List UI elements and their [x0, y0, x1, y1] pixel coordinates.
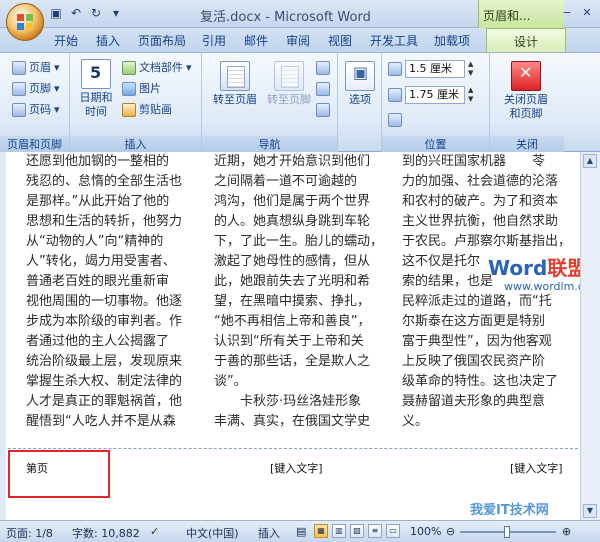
- tab-design[interactable]: 设计: [486, 28, 566, 52]
- footer-center-placeholder[interactable]: [键入文字]: [270, 460, 323, 476]
- header-position-arrows[interactable]: ▲ ▼: [468, 60, 478, 78]
- web-layout-icon[interactable]: ▧: [350, 524, 364, 538]
- clip-art-button[interactable]: 剪贴画: [122, 101, 172, 119]
- picture-button[interactable]: 图片: [122, 80, 161, 98]
- zoom-slider-thumb[interactable]: [504, 526, 510, 538]
- customize-icon[interactable]: ▾: [108, 5, 124, 21]
- tab-home[interactable]: 开始: [54, 32, 78, 49]
- clip-art-icon: [122, 103, 136, 117]
- footer-position-spinner: 1.75 厘米 ▲ ▼: [388, 85, 478, 105]
- proofing-icon[interactable]: ✓: [150, 525, 159, 538]
- undo-icon[interactable]: ↶: [68, 5, 84, 21]
- group-label-insert: 插入: [70, 136, 201, 153]
- close-header-footer-icon: [511, 61, 541, 91]
- tab-references[interactable]: 引用: [202, 32, 226, 49]
- highlight-box: [8, 450, 110, 498]
- group-close: 关闭页眉 和页脚 关闭: [490, 53, 600, 153]
- header-position-spinner: 1.5 厘米 ▲ ▼: [388, 59, 478, 79]
- footer-position-input[interactable]: 1.75 厘米: [405, 86, 465, 104]
- scroll-up-icon[interactable]: ▲: [583, 154, 597, 168]
- footer-right-placeholder[interactable]: [键入文字]: [510, 460, 563, 476]
- draft-view-icon[interactable]: ▭: [386, 524, 400, 538]
- close-icon[interactable]: ✕: [578, 4, 596, 22]
- text-column-2: 近期，她才开始意识到他们 之间隔着一道不可逾越的 鸿沟，他们是属于两个世界 的人。她真…: [214, 154, 384, 429]
- zoom-out-icon[interactable]: ⊖: [446, 525, 455, 538]
- goto-header-icon: [220, 61, 250, 91]
- outline-view-icon[interactable]: ≡: [368, 524, 382, 538]
- office-logo-icon: [17, 14, 33, 30]
- word-count[interactable]: 字数: 10,882: [72, 525, 140, 541]
- insert-mode[interactable]: 插入: [258, 525, 280, 541]
- options-button[interactable]: 选项: [342, 61, 378, 107]
- tab-page-layout[interactable]: 页面布局: [138, 32, 186, 49]
- footer-icon: [12, 82, 26, 96]
- tab-mailings[interactable]: 邮件: [244, 32, 268, 49]
- close-header-footer-button[interactable]: 关闭页眉 和页脚: [496, 61, 556, 121]
- group-position: 1.5 厘米 ▲ ▼ 1.75 厘米 ▲ ▼ 位置: [382, 53, 490, 153]
- footer-separator: [8, 448, 578, 449]
- link-to-previous-icon[interactable]: [316, 101, 330, 119]
- group-options: 选项: [338, 53, 382, 153]
- picture-icon: [122, 82, 136, 96]
- footer-position-icon: [388, 88, 402, 102]
- scroll-down-icon[interactable]: ▼: [583, 504, 597, 518]
- calendar-icon: [81, 59, 111, 89]
- status-bar: 页面: 1/8 字数: 10,882 ✓ 中文(中国) 插入 ▤ ▦ ▥ ▧ ≡…: [0, 520, 600, 542]
- minimize-icon[interactable]: −: [558, 4, 576, 22]
- left-gutter: [0, 152, 6, 520]
- footer-position-arrows[interactable]: ▲ ▼: [468, 86, 478, 104]
- tab-insert[interactable]: 插入: [96, 32, 120, 49]
- title-bar: ▣ ↶ ↻ ▾ 复活.docx - Microsoft Word 页眉和... …: [0, 0, 600, 28]
- group-label-header-footer: 页眉和页脚: [0, 136, 69, 153]
- footer-dropdown[interactable]: 页脚 ▾: [12, 80, 60, 98]
- previous-section-icon[interactable]: [316, 59, 330, 77]
- context-tab-title: 页眉和...: [478, 0, 564, 28]
- group-label-close: 关闭: [490, 136, 564, 153]
- text-column-1: 还愿到他加钢的一整相的 残忍的、怠惰的全部生活也 是那样。”从此开始了他的 思想和生活…: [26, 154, 183, 429]
- insert-alignment-tab-icon[interactable]: [388, 111, 402, 129]
- group-header-footer: 页眉 ▾ 页脚 ▾ 页码 ▾ 页眉和页脚: [0, 53, 70, 153]
- group-label-position: 位置: [382, 136, 489, 153]
- tab-view[interactable]: 视图: [328, 32, 352, 49]
- goto-footer-button[interactable]: 转至页脚: [264, 61, 314, 107]
- date-time-button[interactable]: 日期和 时间: [76, 59, 116, 119]
- quick-access-toolbar: ▣ ↶ ↻ ▾: [48, 5, 124, 23]
- header-position-icon: [388, 62, 402, 76]
- goto-footer-icon: [274, 61, 304, 91]
- page-count[interactable]: 页面: 1/8: [6, 525, 53, 541]
- ribbon-tabs: 开始 插入 页面布局 引用 邮件 审阅 视图 开发工具 加载项 设计: [0, 28, 600, 52]
- header-icon: [12, 61, 26, 75]
- group-label-navigation: 导航: [202, 136, 337, 153]
- full-screen-reading-icon[interactable]: ▥: [332, 524, 346, 538]
- zoom-in-icon[interactable]: ⊕: [562, 525, 571, 538]
- wordlm-watermark: Word联盟: [488, 256, 588, 280]
- tab-review[interactable]: 审阅: [286, 32, 310, 49]
- bottom-watermark: 我爱IT技术网: [470, 503, 549, 518]
- group-navigation: 转至页眉 转至页脚 导航: [202, 53, 338, 153]
- next-section-icon[interactable]: [316, 80, 330, 98]
- vertical-scrollbar[interactable]: ▲ ▼: [580, 152, 600, 520]
- window-controls: − ✕: [558, 4, 596, 22]
- office-button[interactable]: [6, 3, 44, 41]
- page-number-icon: [12, 103, 26, 117]
- header-position-input[interactable]: 1.5 厘米: [405, 60, 465, 78]
- print-layout-view-icon[interactable]: ▦: [314, 524, 328, 538]
- options-icon: [345, 61, 375, 91]
- ribbon: 页眉▾ 页脚▾ 页码▾ 页眉和页脚 日期和 时间 文档部件▾ 图片 剪贴画 插: [0, 52, 600, 153]
- tab-addins[interactable]: 加载项: [434, 32, 470, 49]
- page-number-dropdown[interactable]: 页码 ▾: [12, 101, 60, 119]
- redo-icon[interactable]: ↻: [88, 5, 104, 21]
- zoom-level[interactable]: 100%: [410, 525, 441, 538]
- goto-header-button[interactable]: 转至页眉: [210, 61, 260, 107]
- document-area[interactable]: 还愿到他加钢的一整相的 残忍的、怠惰的全部生活也 是那样。”从此开始了他的 思想和生活…: [0, 152, 600, 520]
- macro-recording-icon[interactable]: ▤: [296, 525, 306, 538]
- group-insert: 日期和 时间 文档部件▾ 图片 剪贴画 插入: [70, 53, 202, 153]
- save-icon[interactable]: ▣: [48, 5, 64, 21]
- language[interactable]: 中文(中国): [186, 525, 239, 541]
- quick-parts-button[interactable]: 文档部件 ▾: [122, 59, 192, 77]
- tab-developer[interactable]: 开发工具: [370, 32, 418, 49]
- window-title: 复活.docx - Microsoft Word: [200, 10, 371, 25]
- header-dropdown[interactable]: 页眉 ▾: [12, 59, 60, 77]
- quick-parts-icon: [122, 61, 136, 75]
